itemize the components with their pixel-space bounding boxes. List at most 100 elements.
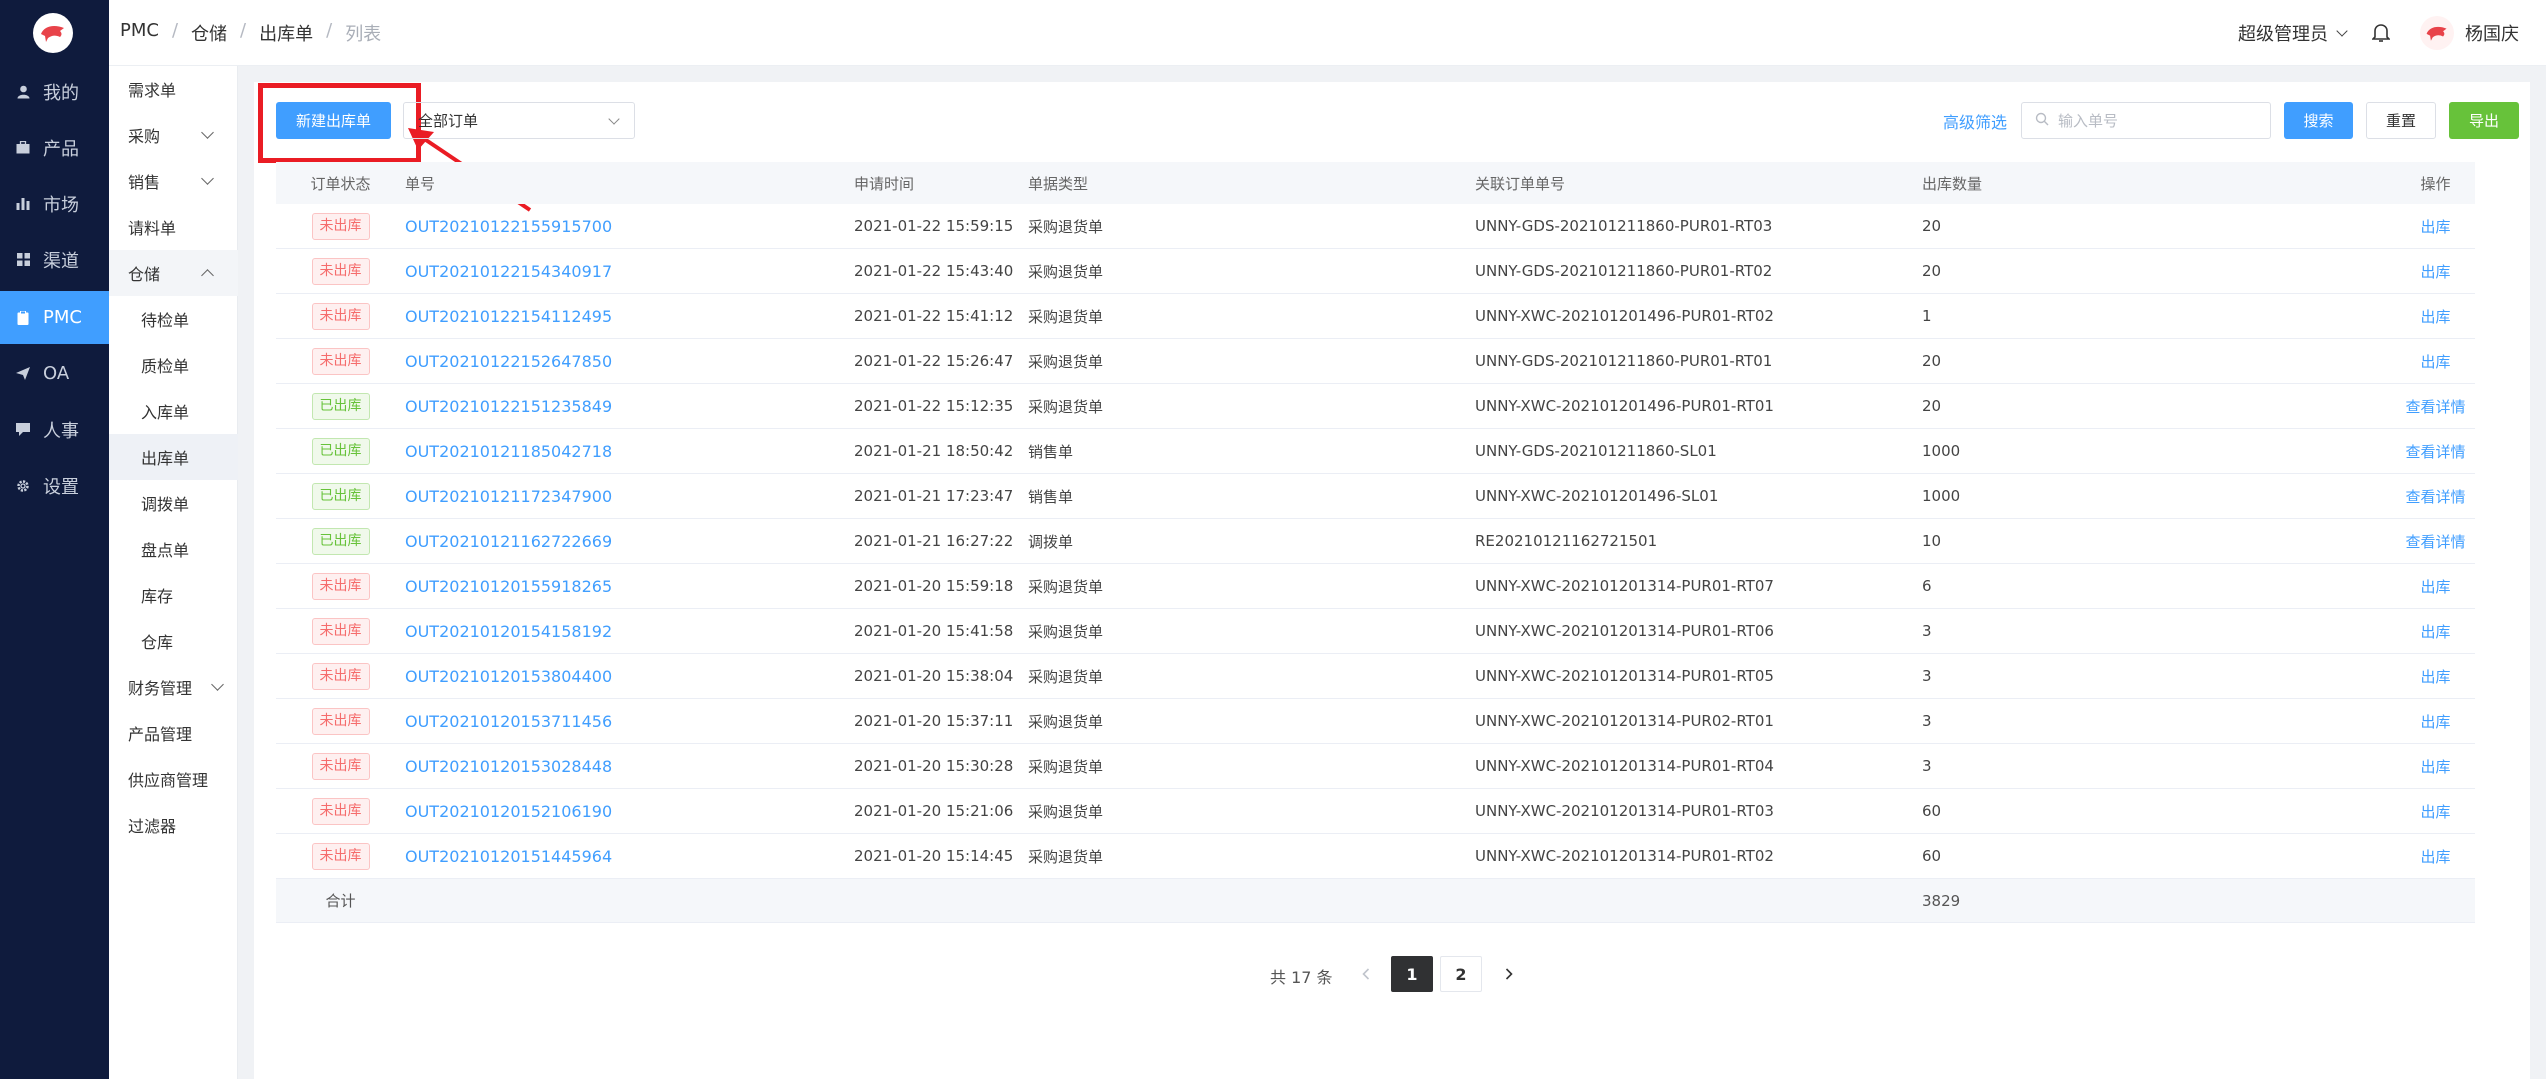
order-number-link[interactable]: OUT20210120153711456 [405, 712, 854, 731]
sub-item-warehouse[interactable]: 仓库 [109, 618, 238, 664]
order-number-link[interactable]: OUT20210120154158192 [405, 622, 854, 641]
outbound-action-link[interactable]: 出库 [2396, 711, 2475, 732]
role-dropdown[interactable]: 超级管理员 [2238, 20, 2348, 46]
apply-time: 2021-01-20 15:37:11 [854, 712, 1014, 730]
breadcrumb-item[interactable]: 仓储 [191, 20, 227, 46]
sub-item-outbound[interactable]: 出库单 [109, 434, 238, 480]
column-header: 订单状态 [310, 174, 371, 193]
table-row: 未出库 OUT20210122154112495 2021-01-22 15:41:… [276, 294, 2475, 339]
prev-page-button[interactable] [1345, 956, 1387, 992]
sub-item-inventory[interactable]: 库存 [109, 572, 238, 618]
order-number-link[interactable]: OUT20210120153804400 [405, 667, 854, 686]
sub-item-sales[interactable]: 销售 [109, 158, 238, 204]
page-button-1[interactable]: 1 [1391, 956, 1433, 992]
content-card: 新建出库单 全部订单 高级筛选 搜索 重置 导出 订单状态 单号 申请时间 单据… [254, 82, 2530, 1079]
status-badge: 未出库 [311, 347, 370, 375]
bell-icon[interactable] [2370, 22, 2392, 44]
nav-item-channel[interactable]: 渠道 [0, 233, 109, 286]
chevron-up-icon [201, 269, 214, 282]
sub-item-label: 需求单 [128, 81, 177, 100]
order-number-link[interactable]: OUT20210122154112495 [405, 307, 854, 326]
chat-icon [16, 423, 30, 437]
new-outbound-button[interactable]: 新建出库单 [276, 102, 391, 139]
search-input[interactable] [2058, 111, 2258, 130]
sub-item-product-management[interactable]: 产品管理 [109, 710, 238, 756]
reset-button[interactable]: 重置 [2366, 102, 2436, 139]
related-order-number: UNNY-GDS-202101211860-SL01 [1475, 442, 1717, 460]
outbound-action-link[interactable]: 出库 [2396, 576, 2475, 597]
order-number-link[interactable]: OUT20210122155915700 [405, 217, 854, 236]
apply-time: 2021-01-22 15:43:40 [854, 262, 1014, 280]
gear-icon [16, 479, 30, 493]
summary-label: 合计 [325, 892, 356, 910]
outbound-action-link[interactable]: 出库 [2396, 666, 2475, 687]
order-number-link[interactable]: OUT20210121172347900 [405, 487, 854, 506]
export-button[interactable]: 导出 [2449, 102, 2519, 139]
sub-item-stocktake[interactable]: 盘点单 [109, 526, 238, 572]
order-number-link[interactable]: OUT20210120155918265 [405, 577, 854, 596]
sub-item-purchase[interactable]: 采购 [109, 112, 238, 158]
nav-item-settings[interactable]: 设置 [0, 459, 109, 512]
page-button-2[interactable]: 2 [1440, 956, 1482, 992]
apply-time: 2021-01-21 17:23:47 [854, 487, 1014, 505]
sub-item-demand[interactable]: 需求单 [109, 66, 238, 112]
sub-item-filter[interactable]: 过滤器 [109, 802, 238, 848]
outbound-action-link[interactable]: 出库 [2396, 801, 2475, 822]
sub-item-pending-inspection[interactable]: 待检单 [109, 296, 238, 342]
document-type: 采购退货单 [1028, 802, 1104, 821]
sub-item-label: 调拨单 [141, 495, 190, 514]
order-number-link[interactable]: OUT20210122152647850 [405, 352, 854, 371]
order-number-link[interactable]: OUT20210120152106190 [405, 802, 854, 821]
search-icon [2035, 111, 2049, 130]
sub-item-finance[interactable]: 财务管理 [109, 664, 238, 710]
document-type: 采购退货单 [1028, 307, 1104, 326]
sub-item-quality-inspection[interactable]: 质检单 [109, 342, 238, 388]
order-number-link[interactable]: OUT20210122151235849 [405, 397, 854, 416]
app-logo[interactable] [33, 13, 73, 53]
outbound-action-link[interactable]: 出库 [2396, 351, 2475, 372]
sub-item-material-request[interactable]: 请料单 [109, 204, 238, 250]
username[interactable]: 杨国庆 [2465, 20, 2519, 46]
view-details-link[interactable]: 查看详情 [2396, 396, 2475, 417]
outbound-action-link[interactable]: 出库 [2396, 261, 2475, 282]
avatar[interactable] [2420, 16, 2454, 50]
order-number-link[interactable]: OUT20210122154340917 [405, 262, 854, 281]
outbound-qty: 6 [1922, 577, 1932, 595]
sub-item-label: 待检单 [141, 311, 190, 330]
outbound-action-link[interactable]: 出库 [2396, 306, 2475, 327]
advanced-filter-link[interactable]: 高级筛选 [1943, 109, 2007, 133]
nav-item-hr[interactable]: 人事 [0, 403, 109, 456]
document-type: 采购退货单 [1028, 262, 1104, 281]
sub-item-supplier-management[interactable]: 供应商管理 [109, 756, 238, 802]
order-number-link[interactable]: OUT20210120153028448 [405, 757, 854, 776]
outbound-action-link[interactable]: 出库 [2396, 621, 2475, 642]
search-field[interactable] [2021, 102, 2271, 139]
nav-item-market[interactable]: 市场 [0, 177, 109, 230]
nav-item-mine[interactable]: 我的 [0, 65, 109, 118]
outbound-action-link[interactable]: 出库 [2396, 846, 2475, 867]
column-header: 关联订单单号 [1475, 174, 1566, 193]
related-order-number: UNNY-XWC-202101201496-SL01 [1475, 487, 1719, 505]
breadcrumb-item[interactable]: PMC [120, 20, 159, 46]
outbound-action-link[interactable]: 出库 [2396, 756, 2475, 777]
nav-item-product[interactable]: 产品 [0, 121, 109, 174]
nav-item-oa[interactable]: OA [0, 347, 109, 400]
order-number-link[interactable]: OUT20210121185042718 [405, 442, 854, 461]
next-page-button[interactable] [1488, 956, 1530, 992]
view-details-link[interactable]: 查看详情 [2396, 486, 2475, 507]
nav-item-pmc[interactable]: PMC [0, 291, 109, 344]
outbound-action-link[interactable]: 出库 [2396, 216, 2475, 237]
breadcrumb-item[interactable]: 出库单 [259, 20, 313, 46]
sub-item-transfer[interactable]: 调拨单 [109, 480, 238, 526]
order-filter-select[interactable]: 全部订单 [403, 102, 635, 139]
chevron-down-icon [201, 126, 214, 139]
order-number-link[interactable]: OUT20210120151445964 [405, 847, 854, 866]
order-number-link[interactable]: OUT20210121162722669 [405, 532, 854, 551]
sub-item-warehousing[interactable]: 仓储 [109, 250, 238, 296]
sub-item-label: 销售 [128, 173, 161, 192]
sub-item-inbound[interactable]: 入库单 [109, 388, 238, 434]
search-button[interactable]: 搜索 [2284, 102, 2353, 139]
view-details-link[interactable]: 查看详情 [2396, 531, 2475, 552]
related-order-number: UNNY-XWC-202101201314-PUR01-RT07 [1475, 577, 1774, 595]
view-details-link[interactable]: 查看详情 [2396, 441, 2475, 462]
